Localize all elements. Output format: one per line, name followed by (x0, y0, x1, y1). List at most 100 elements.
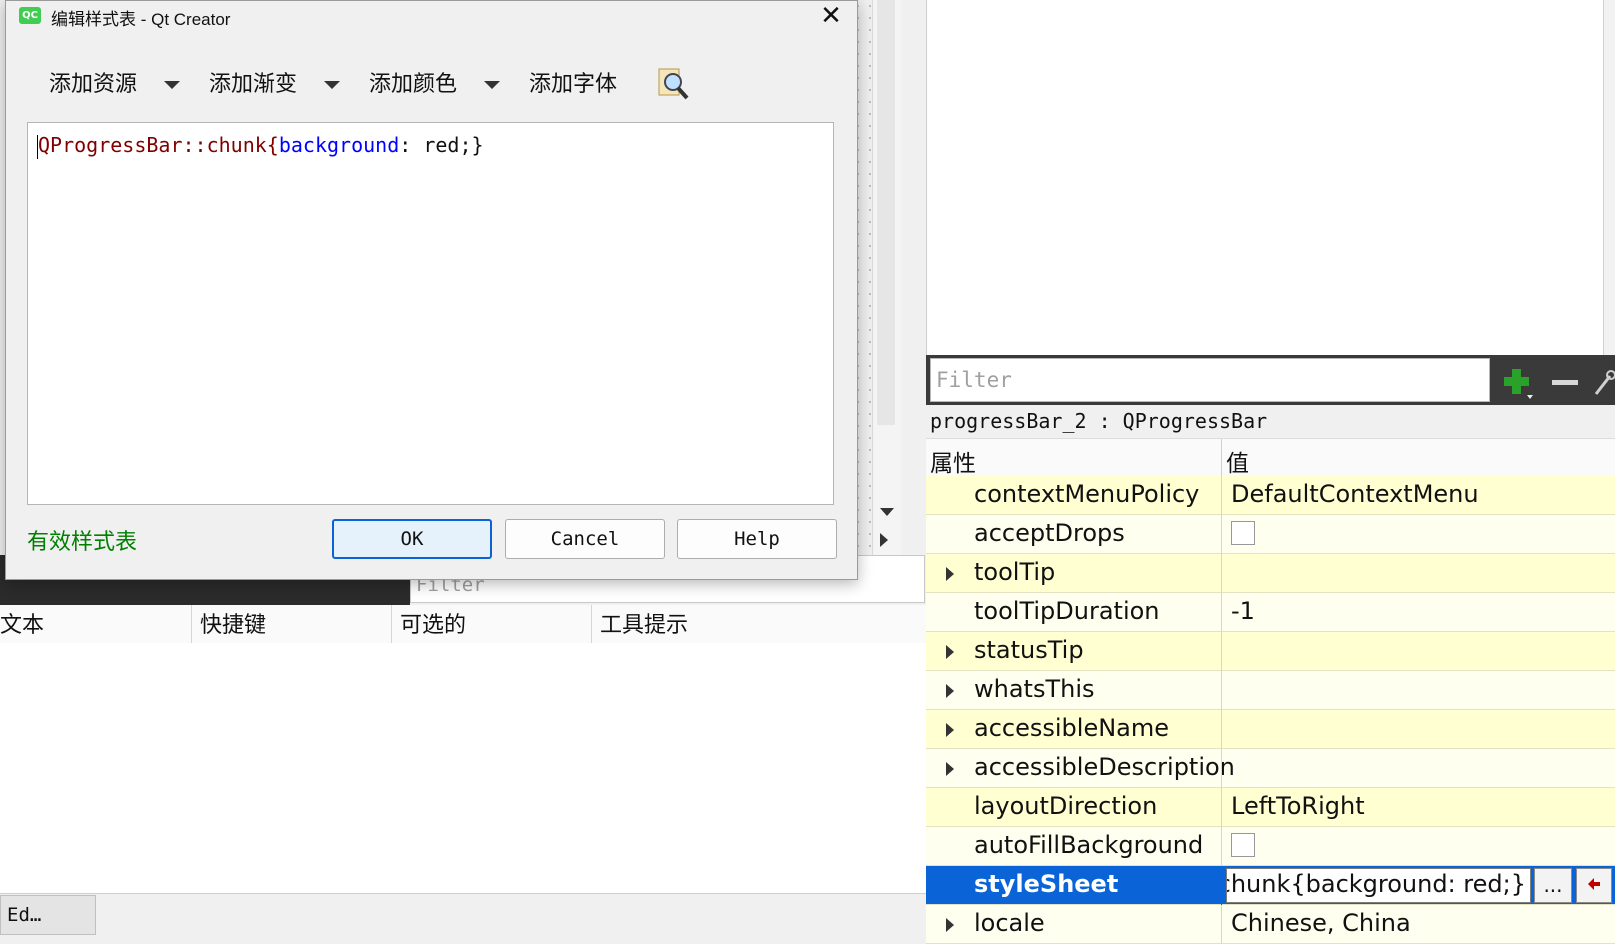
column-header-property[interactable]: 属性 (930, 444, 976, 478)
wrench-icon (1594, 370, 1615, 395)
row-divider (1221, 593, 1222, 632)
column-header-checkable[interactable]: 可选的 (392, 605, 592, 643)
object-inspector-scrollbar[interactable] (1603, 0, 1615, 355)
stylesheet-text-editor[interactable]: QProgressBar::chunk{background: red;} (27, 122, 834, 505)
row-divider (1221, 671, 1222, 710)
designer-horizontal-scroll-right[interactable] (872, 525, 900, 555)
column-header-text[interactable]: 文本 (0, 605, 192, 643)
row-divider (1221, 827, 1222, 866)
expand-arrow-icon[interactable] (946, 684, 954, 698)
preview-magnifier-icon[interactable] (656, 67, 690, 101)
dialog-title-bar[interactable]: QC 编辑样式表 - Qt Creator ✕ (6, 1, 857, 33)
property-name: layoutDirection (974, 792, 1158, 820)
expand-arrow-icon[interactable] (946, 645, 954, 659)
expand-arrow-icon[interactable] (946, 567, 954, 581)
close-icon[interactable]: ✕ (816, 3, 846, 31)
property-filter-input[interactable]: Filter (930, 358, 1490, 402)
property-row[interactable]: layoutDirection LeftToRight (926, 788, 1615, 827)
add-color-button[interactable]: 添加颜色 (369, 67, 457, 103)
property-name: autoFillBackground (974, 831, 1204, 859)
property-value[interactable]: DefaultContextMenu (1231, 480, 1479, 508)
property-row[interactable]: accessibleDescription (926, 749, 1615, 788)
scroll-down-arrow-icon[interactable] (880, 508, 894, 516)
property-row[interactable]: contextMenuPolicy DefaultContextMenu (926, 476, 1615, 515)
bottom-tab-editor[interactable]: Ed… (0, 895, 96, 935)
action-table-header: 文本 快捷键 可选的 工具提示 (0, 605, 926, 644)
plus-icon (1504, 369, 1533, 399)
add-color-dropdown-icon[interactable] (484, 81, 500, 89)
reset-arrow-icon (1588, 878, 1600, 890)
scroll-right-arrow-icon[interactable] (880, 533, 888, 547)
row-divider (1221, 710, 1222, 749)
ok-button[interactable]: OK (332, 519, 492, 559)
configure-button[interactable] (1592, 366, 1615, 400)
add-gradient-dropdown-icon[interactable] (324, 81, 340, 89)
css-colon: : (399, 133, 424, 157)
row-divider (1221, 905, 1222, 944)
row-divider (1221, 554, 1222, 593)
css-selector: QProgressBar::chunk{ (38, 133, 279, 157)
remove-dynamic-property-button[interactable] (1548, 366, 1582, 400)
property-row[interactable]: accessibleName (926, 710, 1615, 749)
property-name: statusTip (974, 636, 1084, 664)
property-row-selected[interactable]: styleSheet r::chunk{background: red;} ..… (926, 866, 1615, 905)
add-font-button[interactable]: 添加字体 (529, 67, 617, 103)
reset-property-button[interactable] (1576, 868, 1612, 903)
object-inspector-area[interactable] (926, 0, 1615, 355)
expand-arrow-icon[interactable] (946, 918, 954, 932)
add-gradient-button[interactable]: 添加渐变 (209, 67, 297, 103)
stylesheet-code: QProgressBar::chunk{background: red;} (38, 133, 484, 157)
property-name: acceptDrops (974, 519, 1125, 547)
row-divider (1221, 866, 1222, 905)
add-resource-button[interactable]: 添加资源 (49, 67, 137, 103)
property-table-header: 属性 值 (926, 438, 1615, 478)
property-row[interactable]: locale Chinese, China (926, 905, 1615, 944)
column-header-value[interactable]: 值 (1226, 444, 1249, 478)
property-row[interactable]: statusTip (926, 632, 1615, 671)
property-name: locale (974, 909, 1045, 937)
column-header-tooltip[interactable]: 工具提示 (592, 605, 926, 643)
column-header-shortcut[interactable]: 快捷键 (192, 605, 392, 643)
css-value: red;} (423, 133, 484, 157)
property-row[interactable]: acceptDrops (926, 515, 1615, 554)
valid-stylesheet-status: 有效样式表 (27, 530, 138, 555)
selected-object-label: progressBar_2 : QProgressBar (926, 405, 1615, 438)
row-divider (1221, 476, 1222, 515)
add-resource-dropdown-icon[interactable] (164, 81, 180, 89)
property-name: contextMenuPolicy (974, 480, 1200, 508)
expand-arrow-icon[interactable] (946, 762, 954, 776)
row-divider (1221, 515, 1222, 554)
object-class-text: progressBar_2 : QProgressBar (930, 409, 1268, 433)
property-name: styleSheet (974, 870, 1119, 898)
property-value[interactable]: Chinese, China (1231, 909, 1411, 937)
property-name: accessibleName (974, 714, 1170, 742)
stylesheet-value-text: r::chunk{background: red;} (1227, 870, 1526, 898)
help-button[interactable]: Help (677, 519, 837, 559)
property-row[interactable]: whatsThis (926, 671, 1615, 710)
action-table-body[interactable] (0, 643, 926, 893)
property-value[interactable]: -1 (1231, 597, 1255, 625)
auto-fill-background-checkbox[interactable] (1231, 833, 1255, 857)
property-value[interactable]: LeftToRight (1231, 792, 1365, 820)
edit-stylesheet-button[interactable]: ... (1534, 868, 1572, 903)
scrollbar-thumb[interactable] (877, 0, 895, 425)
minus-icon (1552, 380, 1578, 385)
property-row[interactable]: toolTip (926, 554, 1615, 593)
add-dynamic-property-button[interactable] (1500, 366, 1534, 400)
dialog-title: 编辑样式表 - Qt Creator (51, 10, 231, 29)
cancel-button[interactable]: Cancel (505, 519, 665, 559)
property-row[interactable]: autoFillBackground (926, 827, 1615, 866)
property-name: whatsThis (974, 675, 1095, 703)
qt-creator-icon: QC (19, 7, 41, 24)
accept-drops-checkbox[interactable] (1231, 521, 1255, 545)
property-row[interactable]: toolTipDuration -1 (926, 593, 1615, 632)
property-name: toolTip (974, 558, 1056, 586)
stylesheet-value-field[interactable]: r::chunk{background: red;} (1226, 868, 1531, 903)
property-name: toolTipDuration (974, 597, 1160, 625)
designer-vertical-scrollbar[interactable] (872, 0, 901, 555)
property-table: contextMenuPolicy DefaultContextMenu acc… (926, 476, 1615, 944)
property-filter-placeholder: Filter (936, 368, 1012, 392)
row-divider (1221, 749, 1222, 788)
column-divider[interactable] (1221, 439, 1222, 477)
expand-arrow-icon[interactable] (946, 723, 954, 737)
